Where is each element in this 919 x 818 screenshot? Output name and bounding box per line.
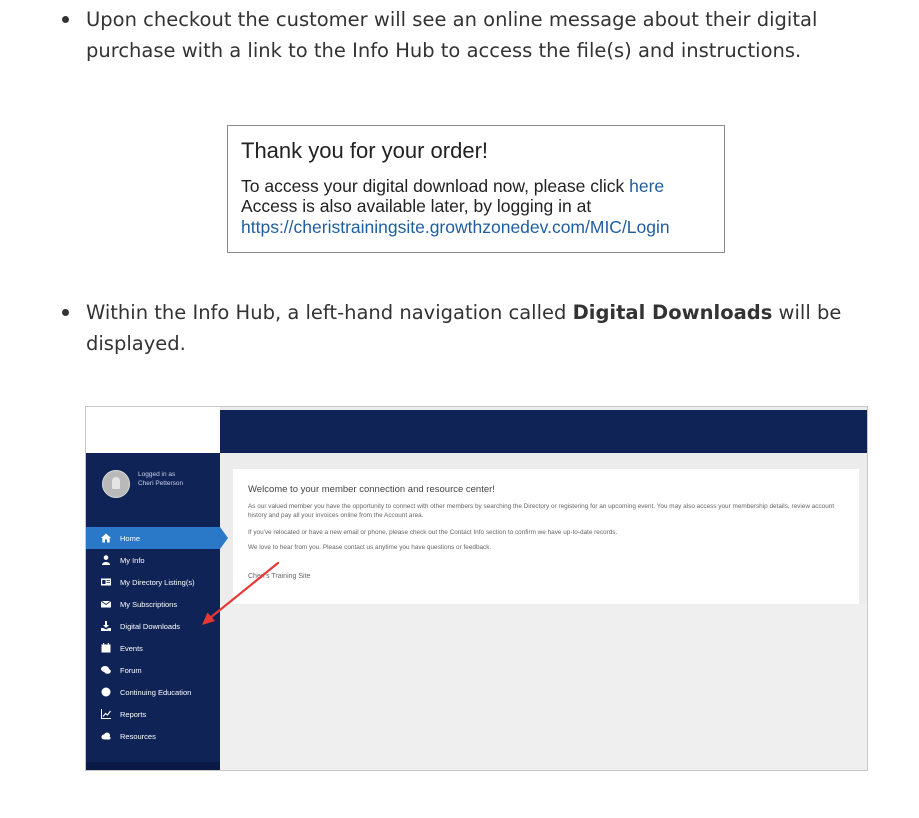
sidebar-item-label: Digital Downloads [120, 621, 181, 631]
sidebar-item-label: Forum [120, 665, 142, 675]
sidebar: Logged in as Cheri Petterson Home My Inf… [86, 453, 228, 770]
welcome-heading: Welcome to your member connection and re… [248, 484, 495, 495]
sidebar-item-label: Home [120, 533, 141, 543]
download-icon [101, 621, 111, 631]
id-card-icon [101, 577, 111, 587]
bullet-digital-downloads: Within the Info Hub, a left-hand navigat… [62, 297, 912, 359]
home-icon [101, 533, 111, 543]
welcome-paragraph: As our valued member you have the opport… [248, 503, 835, 519]
sidebar-item-label: My Directory Listing(s) [120, 577, 195, 587]
chart-icon [101, 709, 111, 719]
content-background [220, 604, 867, 770]
cloud-icon [101, 731, 111, 741]
sidebar-item-label: Events [120, 643, 143, 653]
sidebar-item-continuing-education[interactable]: Continuing Education [86, 681, 220, 703]
circle-icon [101, 687, 111, 697]
download-now-text: To access your digital download now, ple… [241, 176, 630, 196]
calendar-icon [101, 643, 111, 653]
chat-icon [101, 665, 111, 675]
sidebar-item-events[interactable]: Events [86, 637, 220, 659]
bullet-checkout-message: Upon checkout the customer will see an o… [62, 4, 892, 66]
top-bar [220, 410, 867, 453]
logged-in-user: Cheri Petterson [138, 479, 184, 487]
download-now-line: To access your digital download now, ple… [241, 176, 664, 197]
sidebar-item-label: My Subscriptions [120, 599, 178, 609]
sidebar-item-my-info[interactable]: My Info [86, 549, 220, 571]
bullet-dot [62, 309, 69, 316]
access-later-line: Access is also available later, by loggi… [241, 196, 592, 216]
logged-in-label: Logged in as [138, 471, 176, 478]
avatar[interactable] [102, 470, 130, 498]
sidebar-item-resources[interactable]: Resources [86, 725, 220, 747]
bullet-text-before: Within the Info Hub, a left-hand navigat… [86, 301, 573, 324]
info-hub-screenshot: Logged in as Cheri Petterson Home My Inf… [85, 406, 868, 771]
welcome-panel: Welcome to your member connection and re… [233, 469, 859, 604]
sidebar-item-reports[interactable]: Reports [86, 703, 220, 725]
order-confirmation-box: Thank you for your order! To access your… [227, 125, 725, 253]
bullet-text-bold: Digital Downloads [572, 301, 773, 324]
sidebar-item-subscriptions[interactable]: My Subscriptions [86, 593, 220, 615]
site-name: Cheri's Training Site [248, 573, 311, 580]
sidebar-item-label: Reports [120, 709, 147, 719]
sidebar-item-digital-downloads[interactable]: Digital Downloads [86, 615, 220, 637]
sidebar-item-label: My Info [120, 555, 145, 565]
here-link[interactable]: here [629, 176, 664, 196]
bullet-text: Within the Info Hub, a left-hand navigat… [86, 297, 912, 359]
login-url-link[interactable]: https://cheristrainingsite.growthzonedev… [241, 217, 670, 238]
contact-info-paragraph: If you've relocated or have a new email … [248, 529, 618, 536]
sidebar-item-forum[interactable]: Forum [86, 659, 220, 681]
sidebar-footer [86, 762, 220, 770]
bullet-dot [62, 16, 69, 23]
bullet-text: Upon checkout the customer will see an o… [86, 8, 818, 62]
sidebar-item-label: Continuing Education [120, 687, 192, 697]
sidebar-item-directory-listings[interactable]: My Directory Listing(s) [86, 571, 220, 593]
confirmation-title: Thank you for your order! [241, 138, 489, 163]
sidebar-item-label: Resources [120, 731, 156, 741]
logged-in-info: Logged in as Cheri Petterson [138, 471, 183, 488]
sidebar-item-home[interactable]: Home [86, 527, 228, 549]
person-icon [101, 555, 111, 565]
feedback-paragraph: We love to hear from you. Please contact… [248, 544, 492, 551]
envelope-icon [101, 599, 111, 609]
sidebar-nav: Home My Info My Directory Listing(s) My … [86, 527, 228, 747]
logo-area [86, 407, 220, 453]
